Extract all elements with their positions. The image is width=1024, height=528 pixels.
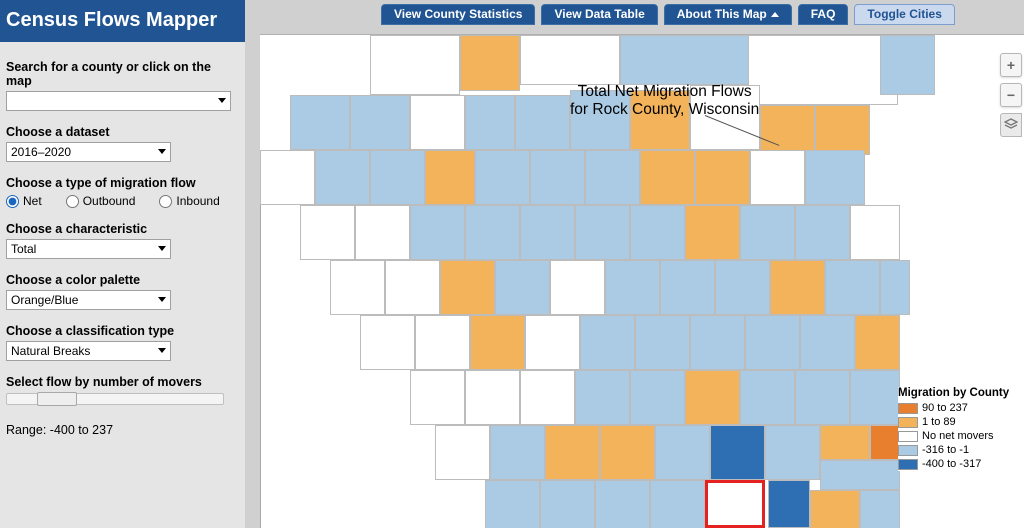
slider-label: Select flow by number of movers xyxy=(6,375,239,389)
palette-select[interactable]: Orange/Blue xyxy=(6,290,171,310)
classification-value: Natural Breaks xyxy=(11,344,90,358)
radio-inbound-label: Inbound xyxy=(176,194,219,208)
tab-label: View Data Table xyxy=(554,7,644,21)
radio-net-input[interactable] xyxy=(6,195,19,208)
chevron-down-icon xyxy=(158,246,166,251)
radio-outbound-input[interactable] xyxy=(66,195,79,208)
dataset-value: 2016–2020 xyxy=(11,145,71,159)
controls-panel: Search for a county or click on the map … xyxy=(0,42,245,443)
tab-county-stats[interactable]: View County Statistics xyxy=(381,4,535,25)
tab-faq[interactable]: FAQ xyxy=(798,4,849,25)
tab-label: Toggle Cities xyxy=(867,7,941,21)
layers-button[interactable] xyxy=(1000,113,1022,137)
tab-label: FAQ xyxy=(811,7,836,21)
chevron-down-icon xyxy=(158,348,166,353)
search-select[interactable] xyxy=(6,91,231,111)
layers-icon xyxy=(1004,118,1018,132)
zoom-in-button[interactable]: + xyxy=(1000,53,1022,77)
dataset-select[interactable]: 2016–2020 xyxy=(6,142,171,162)
app-title: Census Flows Mapper xyxy=(0,0,245,42)
tab-toggle-cities[interactable]: Toggle Cities xyxy=(854,4,954,25)
legend-row: -316 to -1 xyxy=(898,443,1020,457)
top-tabs: View County Statistics View Data Table A… xyxy=(381,4,955,25)
classification-label: Choose a classification type xyxy=(6,324,239,338)
movers-slider[interactable] xyxy=(6,393,224,405)
selected-county[interactable] xyxy=(705,480,765,528)
zoom-out-button[interactable]: − xyxy=(1000,83,1022,107)
zoom-controls: + − xyxy=(1000,53,1022,137)
legend-label: 90 to 237 xyxy=(922,401,968,415)
dataset-label: Choose a dataset xyxy=(6,125,239,139)
radio-inbound[interactable]: Inbound xyxy=(159,194,219,208)
radio-net-label: Net xyxy=(23,194,42,208)
flowtype-radios: Net Outbound Inbound xyxy=(6,194,239,208)
tab-data-table[interactable]: View Data Table xyxy=(541,4,657,25)
palette-label: Choose a color palette xyxy=(6,273,239,287)
radio-net[interactable]: Net xyxy=(6,194,42,208)
radio-outbound-label: Outbound xyxy=(83,194,136,208)
minus-icon: − xyxy=(1007,87,1015,103)
legend-swatch xyxy=(898,417,918,428)
range-text: Range: -400 to 237 xyxy=(6,423,239,437)
legend: Migration by County 90 to 237 1 to 89 No… xyxy=(898,387,1020,471)
tab-label: View County Statistics xyxy=(394,7,522,21)
search-label: Search for a county or click on the map xyxy=(6,60,239,88)
legend-label: No net movers xyxy=(922,429,994,443)
characteristic-label: Choose a characteristic xyxy=(6,222,239,236)
chevron-down-icon xyxy=(158,149,166,154)
legend-label: -400 to -317 xyxy=(922,457,981,471)
map-canvas[interactable]: Total Net Migration Flows for Rock Count… xyxy=(260,34,1024,528)
radio-outbound[interactable]: Outbound xyxy=(66,194,136,208)
legend-row: 90 to 237 xyxy=(898,401,1020,415)
legend-row: 1 to 89 xyxy=(898,415,1020,429)
sidebar: Census Flows Mapper Search for a county … xyxy=(0,0,245,528)
triangle-up-icon xyxy=(771,12,779,17)
slider-thumb[interactable] xyxy=(37,392,77,406)
tab-label: About This Map xyxy=(677,7,767,21)
legend-label: 1 to 89 xyxy=(922,415,956,429)
legend-swatch xyxy=(898,403,918,414)
chevron-down-icon xyxy=(158,297,166,302)
palette-value: Orange/Blue xyxy=(11,293,78,307)
flowtype-label: Choose a type of migration flow xyxy=(6,176,239,190)
legend-row: No net movers xyxy=(898,429,1020,443)
characteristic-select[interactable]: Total xyxy=(6,239,171,259)
legend-swatch xyxy=(898,445,918,456)
characteristic-value: Total xyxy=(11,242,36,256)
legend-row: -400 to -317 xyxy=(898,457,1020,471)
chevron-down-icon xyxy=(218,98,226,103)
radio-inbound-input[interactable] xyxy=(159,195,172,208)
legend-swatch xyxy=(898,431,918,442)
tab-about-map[interactable]: About This Map xyxy=(664,4,792,25)
legend-title: Migration by County xyxy=(898,387,1020,399)
legend-label: -316 to -1 xyxy=(922,443,969,457)
legend-swatch xyxy=(898,459,918,470)
plus-icon: + xyxy=(1007,57,1015,73)
classification-select[interactable]: Natural Breaks xyxy=(6,341,171,361)
